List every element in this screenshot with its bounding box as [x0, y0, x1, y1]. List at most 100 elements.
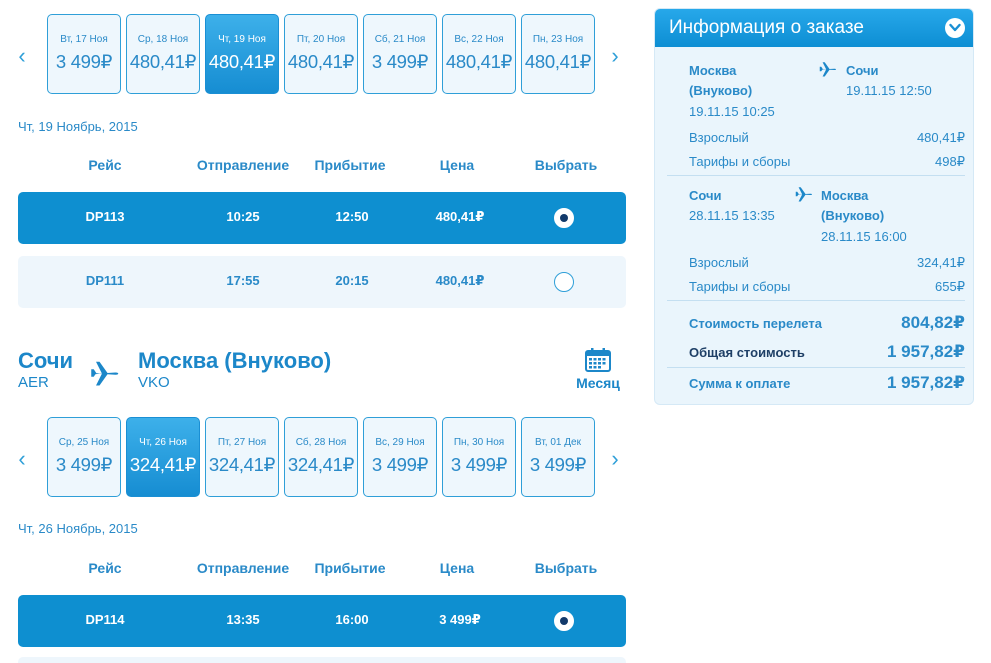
inbound-date-header: Чт, 26 Ноябрь, 2015 [18, 521, 138, 536]
flight-price: 480,41₽ [435, 209, 485, 224]
col-arrival: Прибытие [314, 157, 386, 173]
inbound-day-card[interactable]: Ср, 25 Ноя 3 499₽ [47, 417, 121, 497]
departure-time: 17:55 [226, 273, 260, 288]
inbound-day-card[interactable]: Пт, 27 Ноя 324,41₽ [205, 417, 279, 497]
col-price: Цена [439, 157, 475, 173]
day-price: 480,41₽ [445, 51, 513, 72]
route-from-city: Сочи [18, 348, 74, 373]
day-label: Чт, 26 Ноя [139, 437, 187, 448]
seg1-adult-price: 480,41₽ [916, 130, 965, 145]
outbound-day-card[interactable]: Пт, 20 Ноя 480,41₽ [284, 14, 358, 94]
inbound-day-card[interactable]: Чт, 26 Ноя 324,41₽ [126, 417, 200, 497]
month-label: Месяц [576, 375, 620, 391]
flight-row-partial[interactable] [18, 657, 626, 663]
inbound-day-card[interactable]: Вт, 01 Дек 3 499₽ [521, 417, 595, 497]
day-label: Вс, 29 Ноя [375, 437, 425, 448]
day-label: Вт, 17 Ноя [60, 34, 108, 45]
day-price: 480,41₽ [287, 51, 355, 72]
day-label: Сб, 21 Ноя [374, 34, 426, 45]
amount-due-value: 1 957,82₽ [886, 373, 965, 392]
plane-icon [91, 361, 119, 386]
day-label: Пт, 27 Ноя [217, 437, 267, 448]
divider [667, 367, 965, 368]
flight-row-dp111[interactable]: DP111 17:55 20:15 480,41₽ [18, 256, 626, 308]
departure-time: 13:35 [226, 612, 260, 627]
day-label: Ср, 18 Ноя [137, 34, 189, 45]
seg1-to-city: Сочи [846, 63, 879, 78]
outbound-next-dates-button[interactable]: › [605, 42, 625, 70]
outbound-day-card[interactable]: Вт, 17 Ноя 3 499₽ [47, 14, 121, 94]
day-label: Вт, 01 Дек [535, 437, 581, 448]
day-label: Пт, 20 Ноя [296, 34, 346, 45]
flight-cost-value: 804,82₽ [901, 313, 965, 332]
outbound-day-card[interactable]: Вс, 22 Ноя 480,41₽ [442, 14, 516, 94]
col-flight: Рейс [88, 560, 122, 576]
flight-price: 480,41₽ [435, 273, 485, 288]
outbound-day-card[interactable]: Ср, 18 Ноя 480,41₽ [126, 14, 200, 94]
seg2-adult-label: Взрослый [689, 255, 749, 270]
seg1-fees-price: 498₽ [935, 154, 965, 169]
flight-row-dp114[interactable]: DP114 13:35 16:00 3 499₽ [18, 595, 626, 647]
seg2-to-city-line2: (Внуково) [821, 208, 885, 223]
seg1-departure-datetime: 19.11.15 10:25 [689, 104, 775, 119]
total-cost-label: Общая стоимость [689, 345, 805, 360]
divider [667, 300, 965, 301]
day-label: Чт, 19 Ноя [218, 34, 266, 45]
seg1-arrival-datetime: 19.11.15 12:50 [846, 83, 932, 98]
inbound-columns-header: Рейс Отправление Прибытие Цена Выбрать [18, 560, 626, 578]
inbound-day-card[interactable]: Сб, 28 Ноя 324,41₽ [284, 417, 358, 497]
day-price: 480,41₽ [524, 51, 592, 72]
col-arrival: Прибытие [314, 560, 386, 576]
seg2-adult-price: 324,41₽ [916, 255, 965, 270]
select-radio[interactable] [554, 272, 574, 292]
seg1-fees-label: Тарифы и сборы [689, 154, 791, 169]
inbound-day-card[interactable]: Пн, 30 Ноя 3 499₽ [442, 417, 516, 497]
flight-price: 3 499₽ [439, 612, 481, 627]
seg1-adult-label: Взрослый [689, 130, 749, 145]
seg1-from-city: Москва [689, 63, 737, 78]
seg1-from-city-line2: (Внуково) [689, 83, 753, 98]
seg2-from-city: Сочи [689, 188, 722, 203]
divider [667, 175, 965, 176]
col-select: Выбрать [534, 157, 598, 173]
day-price: 3 499₽ [529, 454, 587, 475]
route-to-city: Москва (Внуково) [138, 348, 332, 373]
inbound-day-card[interactable]: Вс, 29 Ноя 3 499₽ [363, 417, 437, 497]
select-radio-checked[interactable] [554, 208, 574, 228]
route-from-code: AER [18, 374, 49, 391]
day-price: 480,41₽ [208, 51, 276, 72]
col-select: Выбрать [534, 560, 598, 576]
flight-number: DP114 [85, 612, 125, 627]
day-price: 3 499₽ [371, 454, 429, 475]
outbound-day-card[interactable]: Пн, 23 Ноя 480,41₽ [521, 14, 595, 94]
inbound-prev-dates-button[interactable]: ‹ [12, 445, 32, 473]
order-panel-title: Информация о заказе [669, 17, 864, 38]
outbound-date-strip: ‹ Вт, 17 Ноя 3 499₽ Ср, 18 Ноя 480,41₽ Чт, 1… [0, 14, 640, 98]
arrival-time: 16:00 [335, 612, 369, 627]
seg2-to-city: Москва [821, 188, 869, 203]
day-price: 324,41₽ [129, 454, 197, 475]
total-cost-value: 1 957,82₽ [886, 342, 965, 361]
outbound-date-header: Чт, 19 Ноябрь, 2015 [18, 119, 138, 134]
month-calendar-button[interactable]: Месяц [570, 348, 626, 394]
seg2-fees-label: Тарифы и сборы [689, 279, 791, 294]
flight-number: DP113 [85, 209, 125, 224]
day-price: 480,41₽ [129, 51, 197, 72]
arrival-time: 12:50 [335, 209, 369, 224]
inbound-next-dates-button[interactable]: › [605, 445, 625, 473]
col-departure: Отправление [196, 157, 290, 173]
day-price: 3 499₽ [371, 51, 429, 72]
order-panel-header[interactable]: Информация о заказе [655, 9, 973, 47]
outbound-prev-dates-button[interactable]: ‹ [12, 42, 32, 70]
day-label: Ср, 25 Ноя [58, 437, 110, 448]
order-info-panel: Информация о заказе Москва (Внуково) 19.… [654, 8, 974, 405]
outbound-day-card[interactable]: Чт, 19 Ноя 480,41₽ [205, 14, 279, 94]
day-label: Пн, 23 Ноя [532, 34, 584, 45]
col-price: Цена [439, 560, 475, 576]
return-route-header: Сочи AER Москва (Внуково) VKO Месяц [18, 348, 628, 396]
flight-row-dp113[interactable]: DP113 10:25 12:50 480,41₽ [18, 192, 626, 244]
outbound-day-card[interactable]: Сб, 21 Ноя 3 499₽ [363, 14, 437, 94]
chevron-down-icon[interactable] [945, 18, 965, 38]
day-label: Пн, 30 Ноя [453, 437, 505, 448]
select-radio-checked[interactable] [554, 611, 574, 631]
